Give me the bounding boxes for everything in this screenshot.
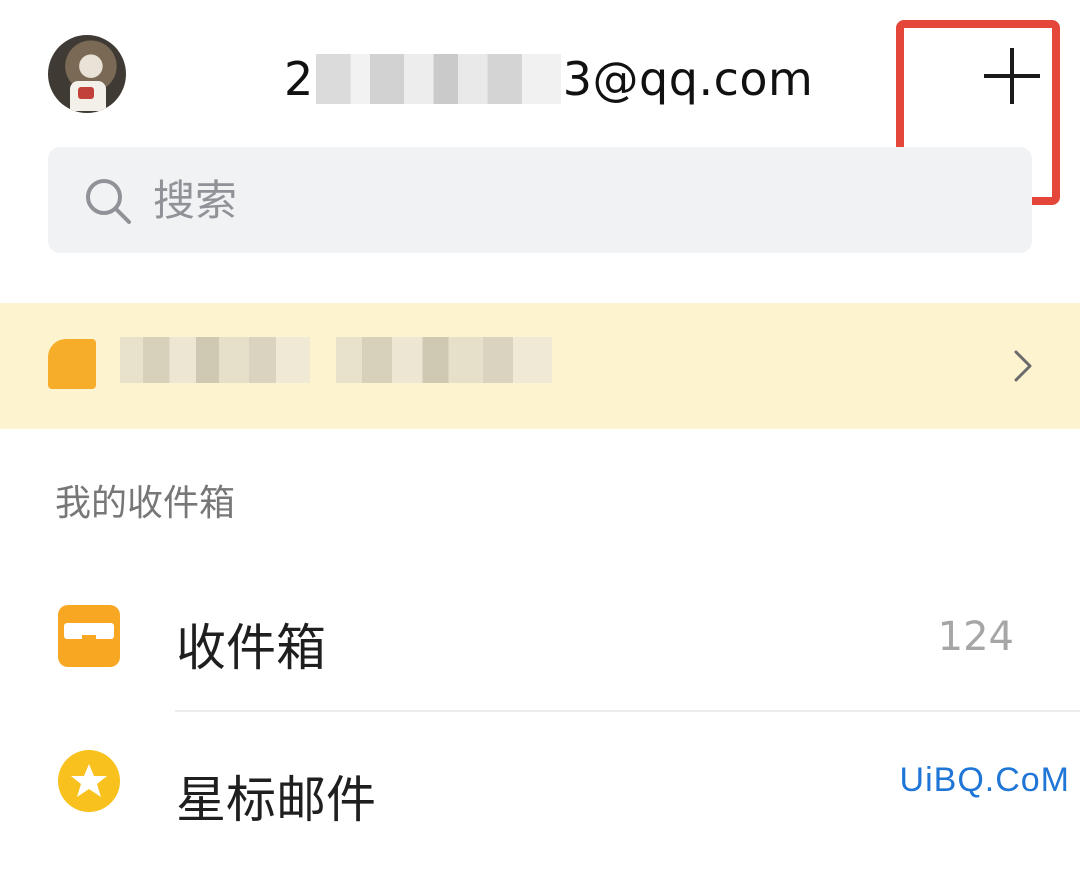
banner-badge-icon: [48, 339, 96, 389]
chevron-right-icon: [1014, 350, 1032, 382]
email-masked-part: [315, 54, 561, 104]
star-icon: [58, 750, 120, 812]
star-glyph: [71, 764, 107, 797]
promo-banner[interactable]: [0, 303, 1080, 429]
section-title-my-inbox: 我的收件箱: [55, 483, 236, 524]
banner-blurred-text-2: [336, 337, 552, 383]
banner-blurred-text-1: [120, 337, 310, 383]
search-icon: [86, 179, 131, 224]
watermark-text: UiBQ.CoM: [899, 761, 1070, 799]
email-prefix: 2: [284, 52, 314, 106]
starred-label: 星标邮件: [176, 771, 376, 829]
inbox-tray-shape: [64, 623, 114, 645]
avatar-spot: [78, 87, 94, 99]
search-input[interactable]: [153, 171, 853, 229]
search-bar[interactable]: [48, 147, 1032, 253]
list-item-starred[interactable]: 星标邮件: [0, 730, 1080, 870]
account-email[interactable]: 2 3@qq.com: [284, 46, 813, 112]
list-item-inbox[interactable]: 收件箱 124: [0, 570, 1080, 710]
inbox-icon: [58, 605, 120, 667]
inbox-label: 收件箱: [176, 619, 326, 677]
avatar[interactable]: [48, 35, 126, 113]
inbox-count-badge: 124: [937, 614, 1014, 660]
list-divider: [175, 710, 1080, 712]
email-suffix: 3@qq.com: [562, 52, 814, 106]
